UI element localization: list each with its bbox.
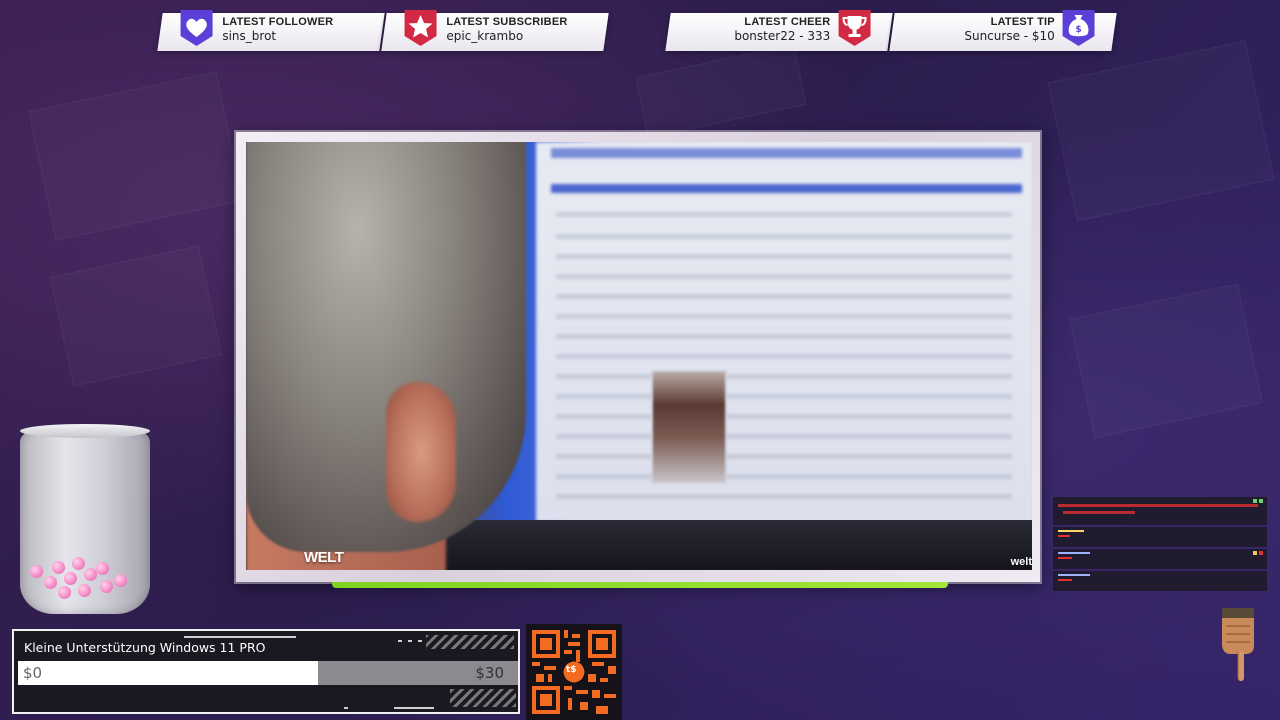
svg-text:$: $ bbox=[1075, 25, 1081, 35]
profile-photo bbox=[651, 370, 727, 484]
jar-ball bbox=[114, 574, 127, 587]
latest-tip-alert: LATEST TIP Suncurse - $10 $ bbox=[889, 10, 1117, 51]
background-panel bbox=[1047, 40, 1275, 222]
jar-ball bbox=[52, 561, 65, 574]
monitor-screen bbox=[536, 142, 1032, 522]
alert-value: epic_krambo bbox=[446, 29, 524, 43]
background-panel bbox=[635, 43, 807, 139]
chat-message bbox=[1053, 571, 1267, 591]
background-panel bbox=[50, 245, 222, 387]
background-panel bbox=[28, 71, 244, 241]
chat-badges bbox=[1253, 551, 1263, 555]
jar-ball bbox=[78, 584, 91, 597]
jar-ball bbox=[64, 572, 77, 585]
jar-ball bbox=[30, 565, 43, 578]
qr-code[interactable]: t$ bbox=[526, 624, 622, 720]
alert-value: sins_brot bbox=[222, 29, 277, 43]
alert-value: Suncurse - $10 bbox=[963, 29, 1055, 43]
ear bbox=[386, 382, 456, 522]
video-frame: WELT welt bbox=[236, 132, 1040, 582]
latest-cheer-alert: LATEST CHEER bonster22 - 333 bbox=[665, 10, 893, 51]
goal-current-amount: $0 bbox=[23, 664, 43, 682]
jar-ball bbox=[100, 580, 113, 593]
welt-logo-small: welt bbox=[1010, 556, 1032, 568]
chat-overlay bbox=[1053, 497, 1267, 593]
latest-follower-alert: LATEST FOLLOWER sins_brot bbox=[157, 10, 385, 51]
background-panel bbox=[1069, 283, 1263, 439]
jar-ball bbox=[84, 568, 97, 581]
jar-ball bbox=[44, 576, 57, 589]
video-player[interactable]: WELT welt bbox=[246, 142, 1032, 570]
star-icon bbox=[401, 8, 441, 48]
donation-goal-widget: Kleine Unterstützung Windows 11 PRO $0 $… bbox=[12, 629, 520, 714]
chat-message bbox=[1053, 497, 1267, 525]
trophy-icon bbox=[835, 8, 875, 48]
welt-logo: WELT bbox=[304, 549, 344, 566]
goal-title: Kleine Unterstützung Windows 11 PRO bbox=[24, 640, 266, 655]
latest-subscriber-alert: LATEST SUBSCRIBER epic_krambo bbox=[381, 10, 609, 51]
goal-progress-fill bbox=[18, 661, 318, 685]
pointing-hand-icon bbox=[1216, 606, 1260, 684]
alert-label: LATEST SUBSCRIBER bbox=[446, 16, 568, 28]
goal-target-amount: $30 bbox=[475, 664, 504, 682]
qr-logo-text: t$ bbox=[566, 665, 577, 675]
heart-icon bbox=[177, 8, 217, 48]
alert-label: LATEST CHEER bbox=[744, 16, 831, 28]
alert-label: LATEST TIP bbox=[990, 16, 1055, 28]
jar-ball bbox=[58, 586, 71, 599]
money-bag-icon: $ bbox=[1059, 8, 1099, 48]
chat-badges bbox=[1253, 499, 1263, 503]
jar-ball bbox=[96, 562, 109, 575]
tip-jar-rim bbox=[20, 424, 150, 438]
alert-label: LATEST FOLLOWER bbox=[222, 16, 334, 28]
alert-value: bonster22 - 333 bbox=[734, 29, 831, 43]
chat-message bbox=[1053, 549, 1267, 569]
chat-message bbox=[1053, 527, 1267, 547]
video-progress-bar bbox=[332, 582, 948, 588]
jar-ball bbox=[72, 557, 85, 570]
goal-progress-track bbox=[18, 661, 518, 685]
